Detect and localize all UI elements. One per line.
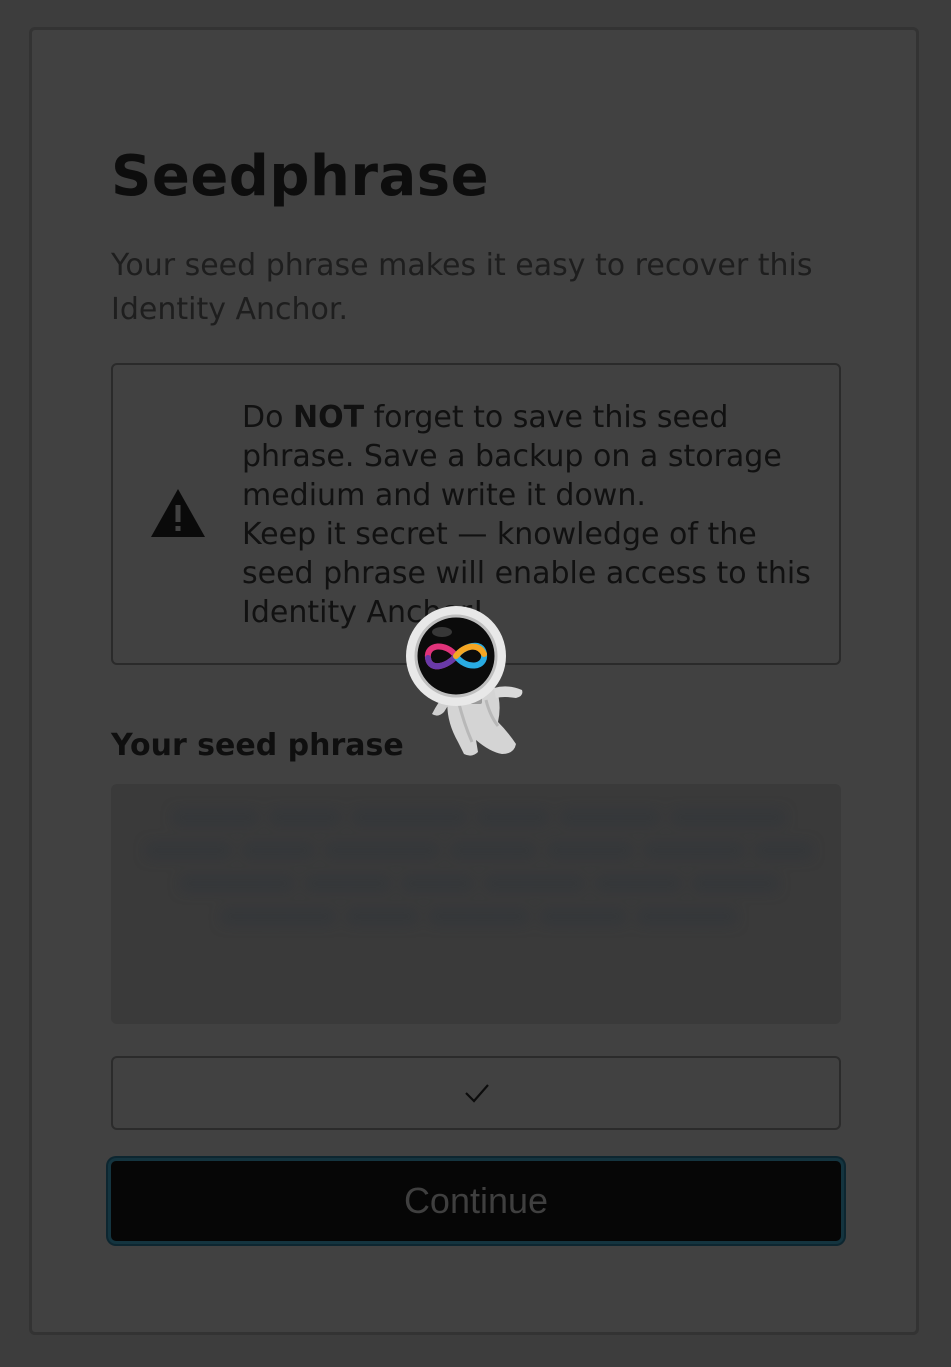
seed-phrase-box: xxxxxx xxxxx xxxxxxxx xxxxx xxxxxxx xxxx… [111,784,841,1024]
warning-triangle-icon [151,489,205,537]
continue-button[interactable]: Continue [108,1158,844,1244]
seed-phrase-text: xxxxxx xxxxx xxxxxxxx xxxxx xxxxxxx xxxx… [145,802,813,929]
copy-seed-phrase-button[interactable] [111,1056,841,1130]
warning-emphasis: NOT [293,400,365,435]
seed-phrase-label: Your seed phrase [111,728,404,763]
page-title: Seedphrase [111,144,490,209]
page-subtitle: Your seed phrase makes it easy to recove… [111,248,813,327]
warning-prefix: Do [242,400,293,435]
astronaut-infinity-icon [406,606,523,756]
warning-text: Do NOT forget to save this seed phrase. … [242,398,832,632]
checkmark-icon [465,1084,489,1103]
